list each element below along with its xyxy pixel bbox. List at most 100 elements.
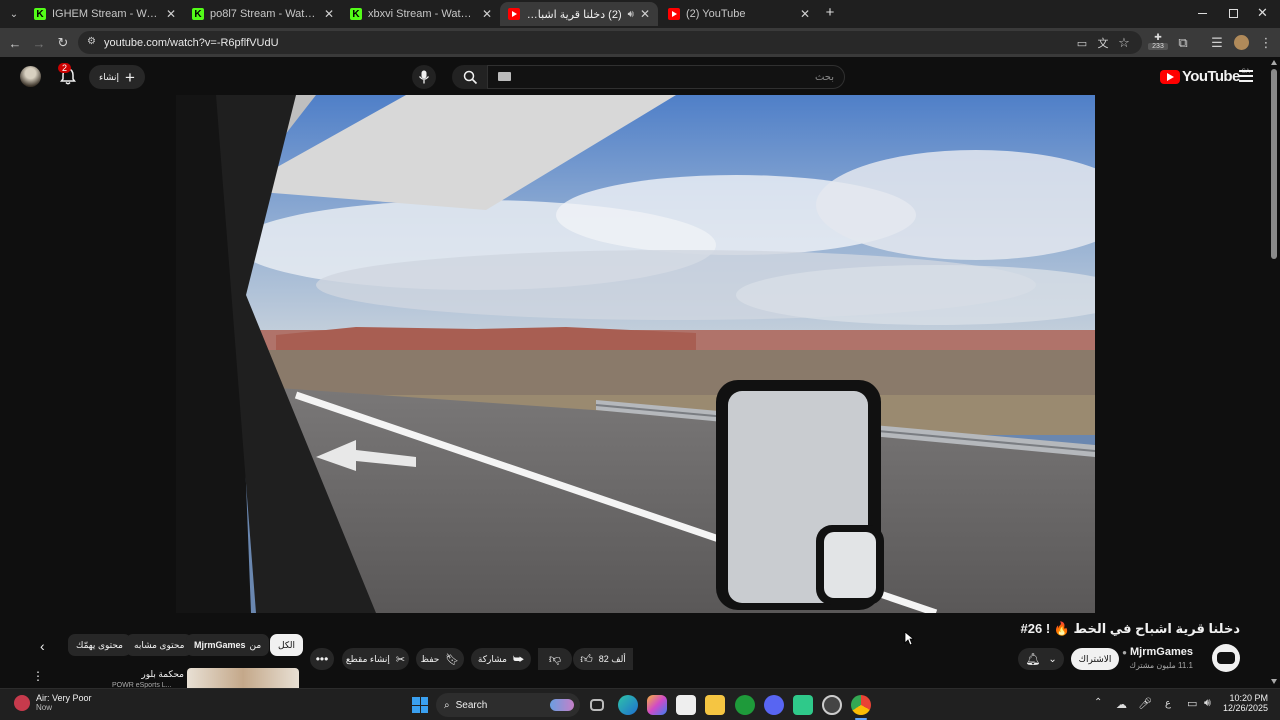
- forward-icon[interactable]: →: [30, 34, 48, 52]
- notifications-bell-icon[interactable]: 2: [58, 63, 78, 86]
- browser-tab[interactable]: (2) YouTube ✕: [660, 2, 818, 26]
- voice-search-mic-icon[interactable]: [412, 65, 436, 89]
- windows-start-icon[interactable]: [410, 695, 430, 715]
- gaming-app-icon[interactable]: [793, 695, 813, 715]
- taskbar-search[interactable]: ⌕ Search: [436, 693, 580, 717]
- search-placeholder: بحث: [814, 71, 834, 83]
- speaker-icon[interactable]: 🔊︎: [628, 9, 634, 20]
- close-tab-icon[interactable]: ✕: [166, 7, 176, 21]
- close-tab-icon[interactable]: ✕: [482, 7, 492, 21]
- xbox-icon[interactable]: [735, 695, 755, 715]
- cast-icon[interactable]: ▭: [1073, 34, 1091, 52]
- maximize-icon[interactable]: [1229, 9, 1238, 18]
- video-info-panel: دخلنا قرية اشباح في الخط 🔥 ! 26# ● MjrmG…: [0, 613, 1268, 689]
- tray-overflow-icon[interactable]: ⌃: [1094, 697, 1102, 708]
- search-button[interactable]: [452, 65, 488, 89]
- weather-widget[interactable]: Air: Very Poor Now: [14, 693, 92, 712]
- subscribe-button[interactable]: الاشتراك: [1071, 648, 1119, 670]
- browser-tab[interactable]: K IGHEM Stream - Watch Live on ✕: [26, 2, 184, 26]
- discord-icon[interactable]: [764, 695, 784, 715]
- notification-settings-button[interactable]: 🔔︎ ⌄: [1018, 648, 1064, 670]
- browser-tab[interactable]: K po8l7 Stream - Watch Live on K ✕: [184, 2, 342, 26]
- recommendation-title[interactable]: محكمة بلور: [116, 669, 184, 680]
- bookmark-star-icon[interactable]: ☆: [1115, 34, 1133, 52]
- close-tab-icon[interactable]: ✕: [324, 7, 334, 21]
- more-horizontal-icon: •••: [315, 652, 329, 666]
- scroll-down-icon[interactable]: [1271, 679, 1277, 684]
- minimize-icon[interactable]: [1198, 13, 1207, 14]
- task-view-icon[interactable]: [590, 699, 604, 711]
- chips-prev-icon[interactable]: ‹: [40, 638, 45, 654]
- youtube-icon: [508, 8, 520, 20]
- chip-from-channel[interactable]: MjrmGames من: [186, 634, 270, 656]
- chrome-icon[interactable]: [851, 695, 871, 715]
- like-button[interactable]: 👍︎ 82 ألف: [573, 648, 633, 670]
- search-input[interactable]: بحث: [487, 65, 845, 89]
- recommendation-menu-icon[interactable]: ⋮: [32, 669, 44, 683]
- share-label: مشاركة: [477, 653, 507, 664]
- reload-icon[interactable]: ↻: [54, 34, 72, 52]
- recommendation-thumbnail[interactable]: [187, 668, 299, 688]
- plus-icon: +: [125, 67, 135, 87]
- notification-count-badge: 2: [58, 63, 72, 73]
- site-info-icon[interactable]: ⚙: [87, 36, 96, 47]
- more-actions-button[interactable]: •••: [310, 648, 334, 670]
- volume-icon[interactable]: 🔊︎: [1204, 697, 1211, 710]
- share-arrow-icon: ⮩: [512, 651, 525, 666]
- browser-tab-active[interactable]: (2) دخلنا قرية اشباح في الخط 🔊︎ ✕: [500, 2, 658, 26]
- video-player[interactable]: [176, 95, 1095, 613]
- chip-all[interactable]: الكل: [270, 634, 304, 656]
- dislike-button[interactable]: 👎︎: [538, 648, 572, 670]
- guide-menu-icon[interactable]: [1239, 70, 1253, 82]
- close-window-icon[interactable]: ✕: [1257, 5, 1268, 21]
- account-avatar[interactable]: [20, 66, 41, 87]
- new-tab-icon[interactable]: +: [822, 5, 838, 21]
- close-tab-icon[interactable]: ✕: [640, 7, 650, 21]
- search-icon: ⌕: [444, 699, 450, 711]
- clip-button[interactable]: إنشاء مقطع ✂: [342, 648, 409, 670]
- share-button[interactable]: مشاركة ⮩: [471, 648, 531, 670]
- clock[interactable]: 10:20 PM 12/26/2025: [1222, 693, 1268, 713]
- extension-badge-icon[interactable]: ✚ 233: [1148, 32, 1168, 52]
- browser-tab[interactable]: K xbxvi Stream - Watch Live on Ki ✕: [342, 2, 500, 26]
- microphone-icon[interactable]: 🎤︎: [1138, 697, 1152, 710]
- media-controls-icon[interactable]: ☰: [1208, 34, 1226, 52]
- create-button[interactable]: إنشاء +: [89, 65, 145, 89]
- youtube-icon: [668, 8, 680, 20]
- channel-name[interactable]: ● MjrmGames: [1122, 646, 1193, 658]
- tab-title: xbxvi Stream - Watch Live on Ki: [368, 8, 476, 20]
- edge-browser-icon[interactable]: [618, 695, 638, 715]
- file-explorer-icon[interactable]: [705, 695, 725, 715]
- browser-menu-icon[interactable]: ⋮: [1257, 34, 1275, 52]
- tab-search-icon[interactable]: ⌄: [6, 6, 22, 22]
- input-language[interactable]: ع: [1165, 698, 1171, 709]
- scrollbar-thumb[interactable]: [1271, 69, 1277, 259]
- page-scrollbar[interactable]: [1268, 57, 1280, 688]
- youtube-play-icon: [1160, 69, 1180, 84]
- channel-avatar[interactable]: [1212, 644, 1240, 672]
- bell-icon: 🔔︎: [1025, 652, 1041, 666]
- scroll-up-icon[interactable]: [1271, 60, 1277, 65]
- verified-check-icon: ●: [1122, 647, 1128, 657]
- chip-for-you[interactable]: محتوى يهمّك: [68, 634, 131, 656]
- keyboard-icon[interactable]: [498, 72, 511, 81]
- close-tab-icon[interactable]: ✕: [800, 7, 810, 21]
- network-icon[interactable]: ▭: [1187, 697, 1197, 710]
- youtube-logo[interactable]: YouTube SA: [1160, 68, 1250, 85]
- chip-similar[interactable]: محتوى مشابه: [126, 634, 193, 656]
- translate-icon[interactable]: 文: [1094, 34, 1112, 52]
- back-icon[interactable]: ←: [6, 34, 24, 52]
- app-icon[interactable]: [822, 695, 842, 715]
- profile-avatar[interactable]: [1234, 35, 1249, 50]
- chip-for-you-label: محتوى يهمّك: [76, 639, 123, 650]
- save-button[interactable]: حفظ 🔖︎: [416, 648, 464, 670]
- copilot-icon[interactable]: [647, 695, 667, 715]
- clock-date: 12/26/2025: [1222, 703, 1268, 713]
- windows-taskbar: Air: Very Poor Now ⌕ Search ⌃ ☁ 🎤︎ ع ▭ 🔊…: [0, 688, 1280, 720]
- extensions-puzzle-icon[interactable]: ⧉: [1174, 34, 1192, 52]
- tab-title: po8l7 Stream - Watch Live on K: [210, 8, 318, 20]
- tab-title: (2) YouTube: [686, 8, 746, 20]
- microsoft-store-icon[interactable]: [676, 695, 696, 715]
- onedrive-icon[interactable]: ☁: [1116, 698, 1127, 711]
- address-bar[interactable]: ⚙ youtube.com/watch?v=-R6pflfVUdU: [78, 31, 1142, 54]
